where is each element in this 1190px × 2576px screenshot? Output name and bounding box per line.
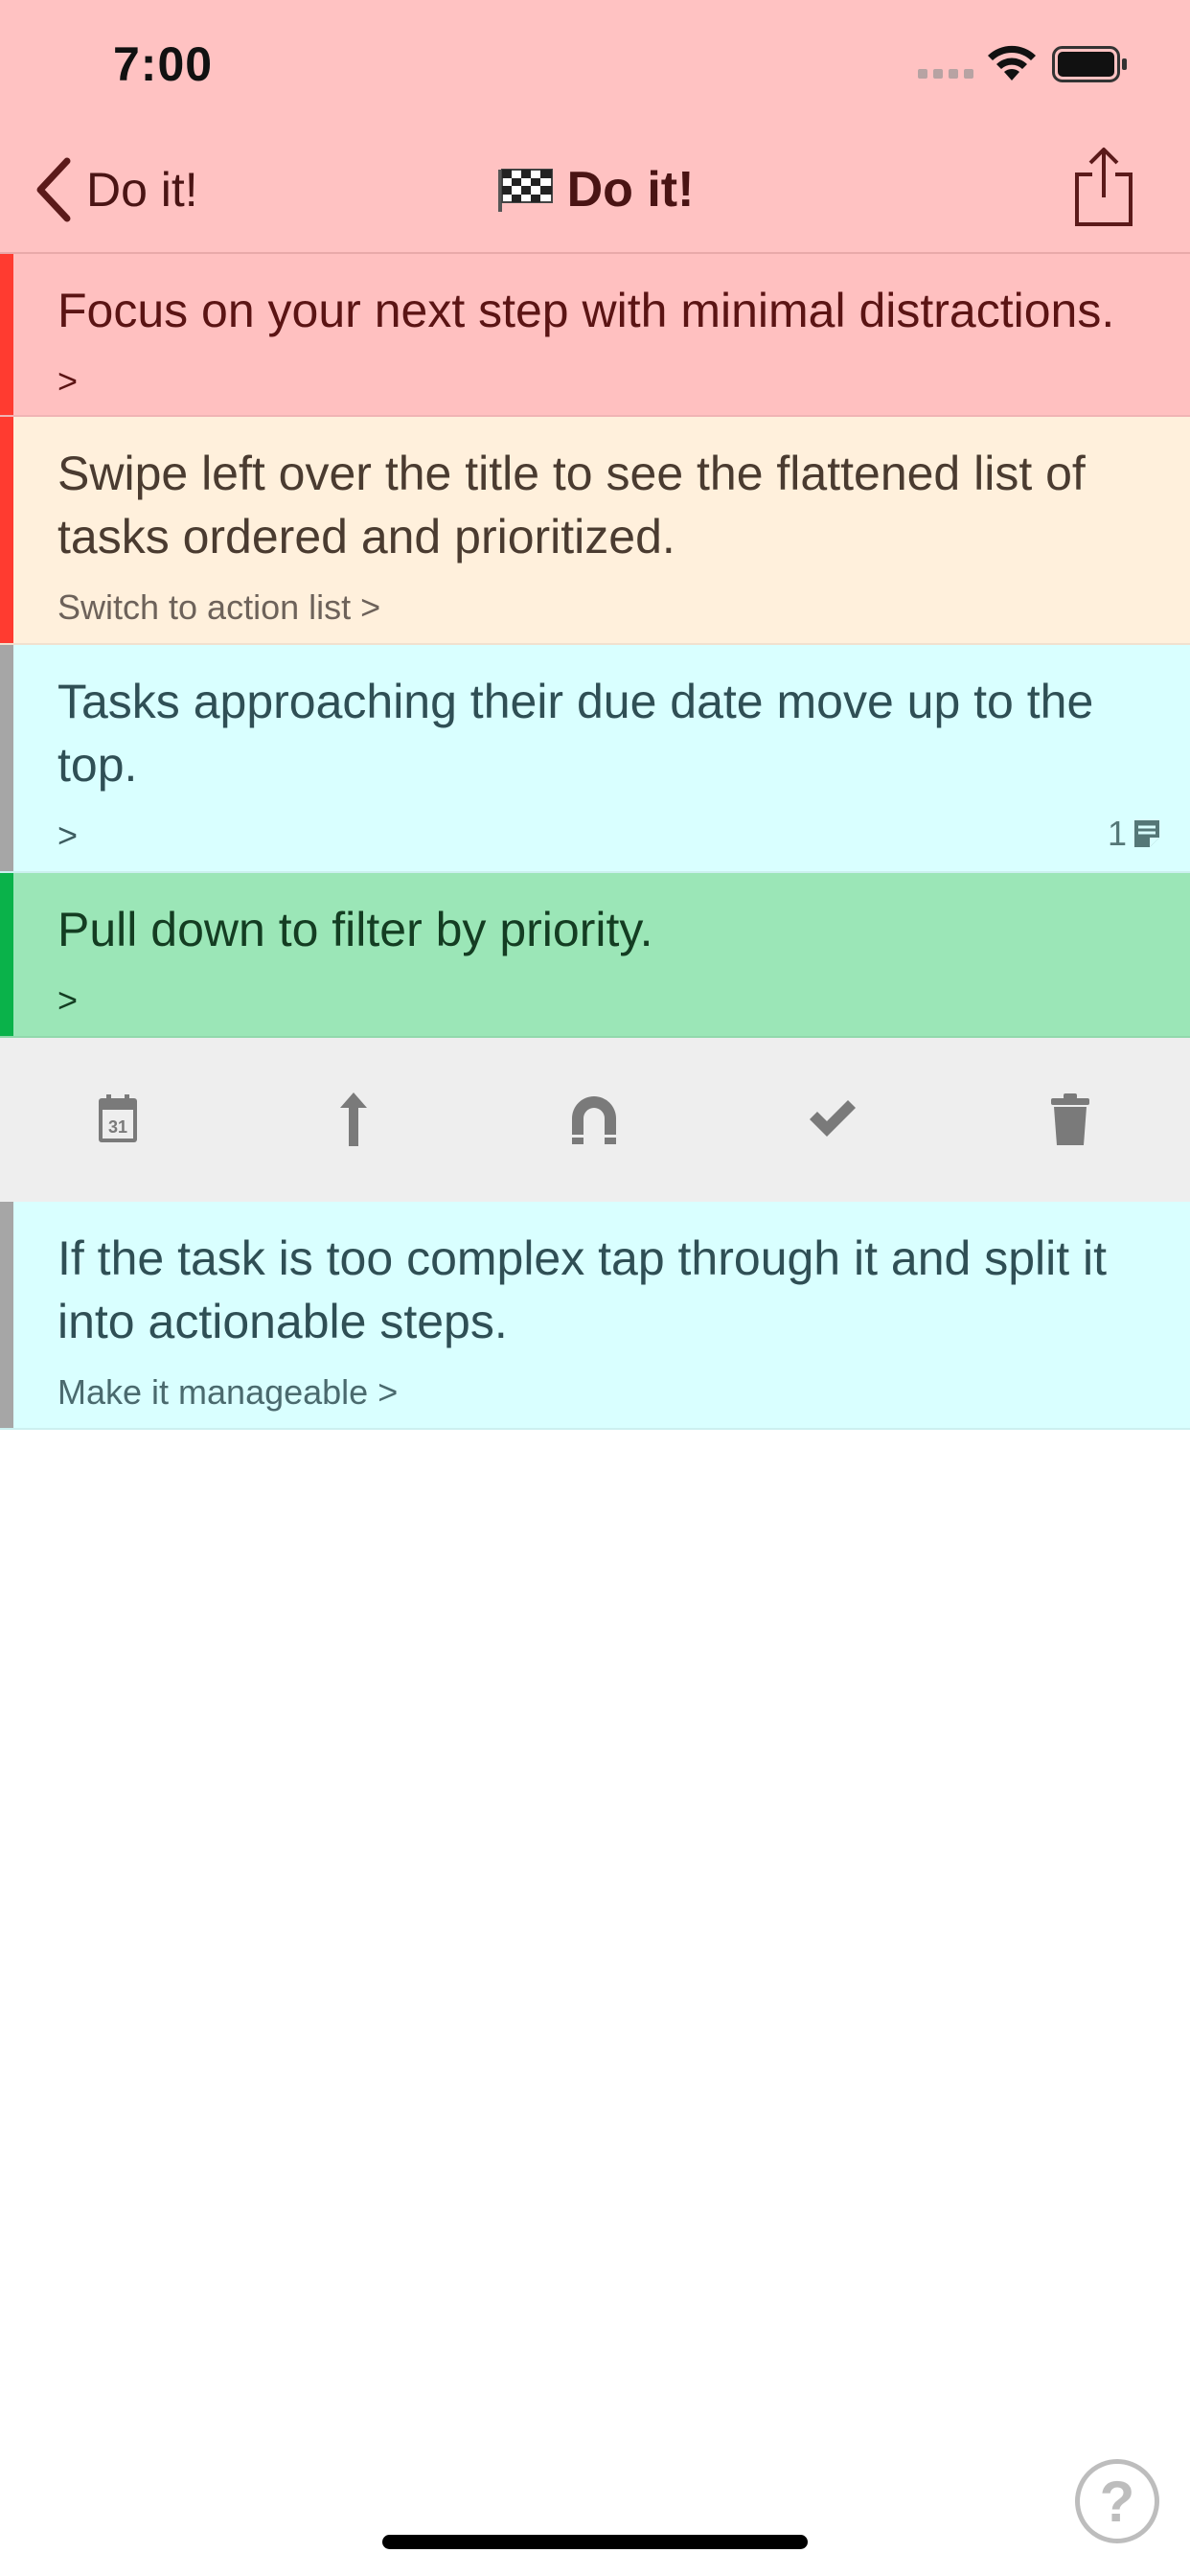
list-item[interactable]: Tasks approaching their due date move up… [0,645,1190,873]
task-subtitle: Make it manageable > [57,1372,399,1412]
task-action-toolbar: 31 [0,1038,1190,1202]
screen: 7:00 Do it! Do it! Focus on your next st… [0,0,1190,2576]
note-icon [1134,820,1159,847]
nav-header: 7:00 Do it! Do it! [0,0,1190,254]
status-time: 7:00 [113,37,214,91]
complete-button[interactable] [799,1086,866,1153]
move-top-icon [340,1092,367,1146]
priority-bar [0,873,13,1036]
help-button[interactable]: ? [1075,2459,1159,2543]
task-title: If the task is too complex tap through i… [57,1231,1108,1348]
task-title: Swipe left over the title to see the fla… [57,447,1086,564]
priority-bar [0,645,13,871]
share-icon[interactable] [1071,146,1136,228]
cellular-signal-icon [918,69,973,79]
page-title-text: Do it! [566,162,695,218]
magnet-icon [572,1096,616,1144]
note-count-value: 1 [1107,814,1127,853]
calendar-button[interactable]: 31 [84,1086,151,1153]
delete-button[interactable] [1037,1086,1104,1153]
task-title: Tasks approaching their due date move up… [57,675,1094,792]
page-title[interactable]: Do it! [0,161,1190,218]
task-title: Pull down to filter by priority. [57,903,653,956]
list-item[interactable]: If the task is too complex tap through i… [0,1202,1190,1430]
list-item[interactable]: Swipe left over the title to see the fla… [0,417,1190,645]
checkmark-icon [810,1100,856,1137]
priority-bar [0,1202,13,1428]
battery-icon [1052,46,1127,82]
list-item[interactable]: Pull down to filter by priority. > [0,873,1190,1038]
calendar-day: 31 [108,1117,127,1137]
list-item[interactable]: Focus on your next step with minimal dis… [0,254,1190,417]
task-subtitle: > [57,816,79,855]
trash-icon [1051,1093,1089,1145]
calendar-icon: 31 [99,1094,137,1142]
checkered-flag-icon [497,169,553,212]
task-subtitle: > [57,980,79,1020]
move-to-top-button[interactable] [320,1086,387,1153]
priority-bar [0,417,13,643]
priority-bar [0,254,13,415]
wifi-icon [988,45,1036,80]
magnet-button[interactable] [561,1086,628,1153]
task-subtitle: Switch to action list > [57,587,381,627]
task-subtitle: > [57,361,79,401]
note-count: 1 [1108,814,1161,854]
home-indicator[interactable] [382,2535,808,2549]
task-title: Focus on your next step with minimal dis… [57,284,1115,337]
